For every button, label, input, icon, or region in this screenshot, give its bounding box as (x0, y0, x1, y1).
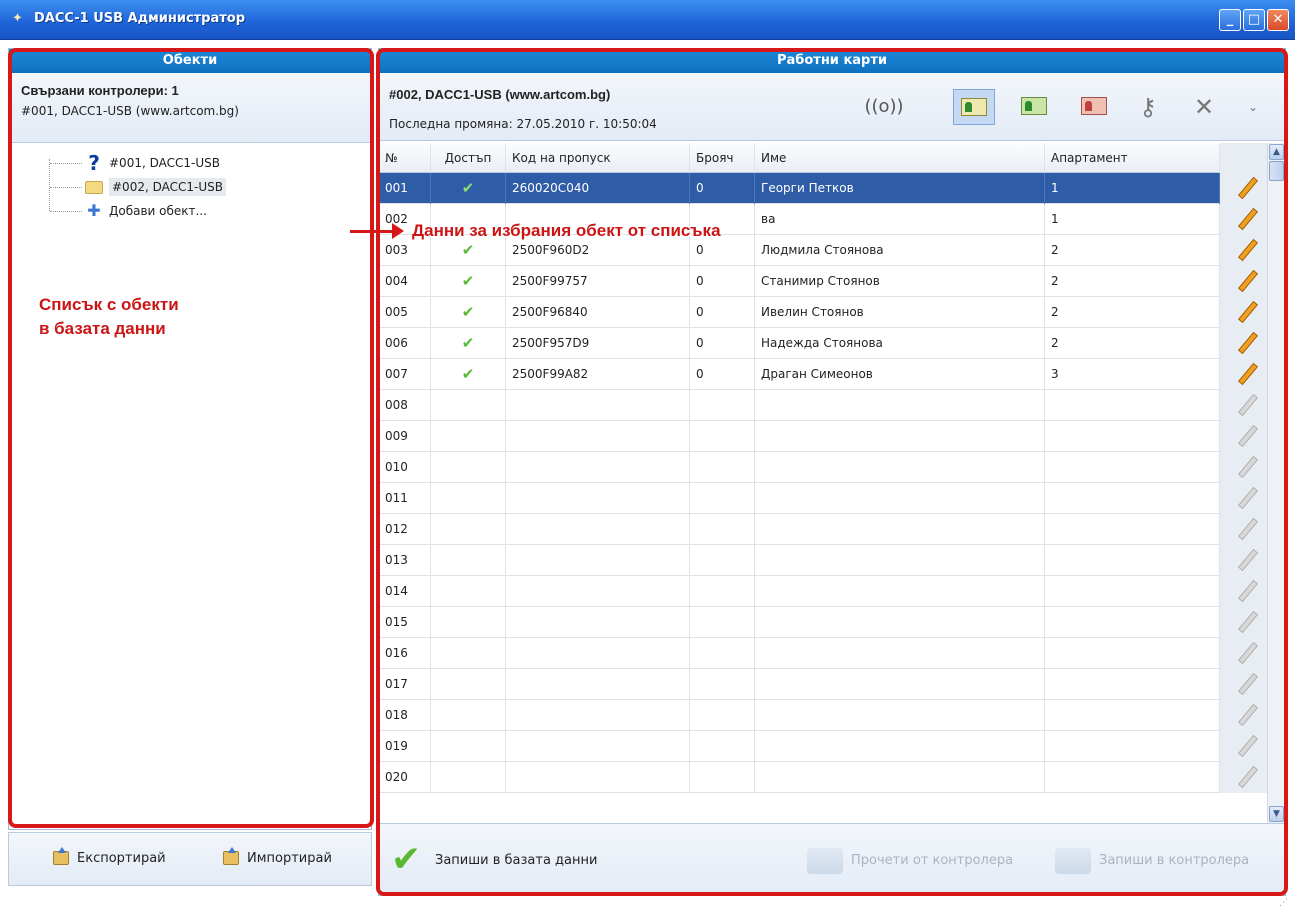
resize-grip-icon[interactable]: ⋰ (1279, 898, 1291, 910)
objects-footer: Експортирай Импортирай (8, 832, 372, 886)
window-title: DACC-1 USB Администратор (34, 11, 246, 26)
workcards-highlight-frame (376, 48, 1288, 896)
import-button[interactable]: Импортирай (223, 847, 332, 869)
minimize-button[interactable]: _ (1219, 9, 1241, 31)
objects-highlight-frame (8, 48, 374, 828)
title-bar: ✦ DACC-1 USB Администратор _ □ ✕ (0, 0, 1295, 40)
app-icon: ✦ (12, 11, 23, 26)
import-icon (223, 847, 239, 865)
close-button[interactable]: ✕ (1267, 9, 1289, 31)
selected-object-annotation: Данни за избрания обект от списъка (350, 218, 721, 244)
maximize-button[interactable]: □ (1243, 9, 1265, 31)
export-button[interactable]: Експортирай (53, 847, 166, 869)
arrow-right-icon (350, 223, 404, 239)
export-icon (53, 847, 69, 865)
